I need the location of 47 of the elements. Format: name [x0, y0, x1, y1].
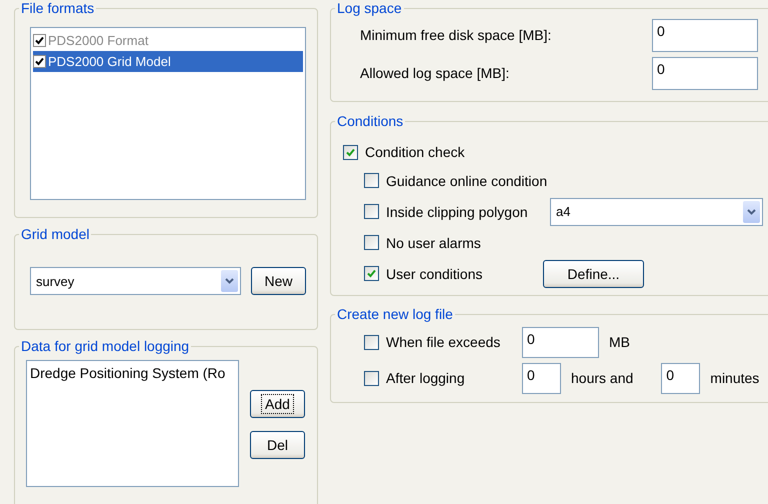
unit-label: minutes: [710, 370, 760, 386]
input-field[interactable]: 0: [522, 326, 599, 358]
button[interactable]: Del: [250, 431, 305, 459]
group-title: Conditions: [336, 113, 404, 129]
group-title: Grid model: [20, 226, 90, 242]
checkbox-label: After logging: [386, 370, 465, 386]
group-title: File formats: [20, 0, 96, 16]
dropdown[interactable]: a4: [550, 198, 763, 226]
group-title: Log space: [336, 0, 403, 16]
button[interactable]: Add: [250, 390, 305, 418]
group-title: Create new log file: [336, 306, 454, 322]
button[interactable]: Define...: [543, 260, 644, 288]
checkbox-label: Inside clipping polygon: [386, 204, 528, 220]
dropdown[interactable]: survey: [30, 267, 241, 295]
check-icon: [35, 36, 44, 45]
checkbox-label: Condition check: [365, 144, 465, 160]
input-field[interactable]: 0: [652, 18, 758, 52]
input-field[interactable]: 0: [522, 362, 561, 394]
checkbox[interactable]: [364, 266, 379, 281]
checkbox-label: User conditions: [386, 266, 482, 282]
checkbox[interactable]: [343, 144, 358, 160]
checkbox-label: When file exceeds: [386, 334, 500, 350]
input-field[interactable]: 0: [661, 362, 700, 394]
unit-label: hours and: [571, 370, 634, 386]
checkbox[interactable]: [364, 204, 379, 219]
chevron-down-icon: [747, 208, 756, 214]
checkbox[interactable]: [33, 55, 46, 68]
dropdown-button[interactable]: [221, 270, 238, 292]
check-icon: [346, 148, 355, 156]
field-label: Allowed log space [MB]:: [360, 65, 510, 81]
checkbox-label: No user alarms: [386, 234, 481, 250]
input-field[interactable]: 0: [652, 56, 758, 90]
chevron-down-icon: [225, 278, 234, 284]
checkbox[interactable]: [364, 370, 379, 386]
checkbox-label: Guidance online condition: [386, 172, 548, 188]
list-item[interactable]: Dredge Positioning System (Ro: [30, 365, 235, 381]
dropdown-button[interactable]: [743, 200, 760, 222]
checkbox[interactable]: [364, 235, 379, 250]
unit-label: MB: [609, 334, 630, 350]
button[interactable]: New: [251, 267, 306, 295]
group-title: Data for grid model logging: [20, 338, 190, 354]
field-label: Minimum free disk space [MB]:: [360, 27, 552, 43]
checkbox[interactable]: [364, 334, 379, 350]
list-item[interactable]: PDS2000 Grid Model: [33, 51, 303, 72]
check-icon: [367, 269, 376, 278]
checkbox[interactable]: [364, 173, 379, 188]
check-icon: [35, 57, 44, 66]
